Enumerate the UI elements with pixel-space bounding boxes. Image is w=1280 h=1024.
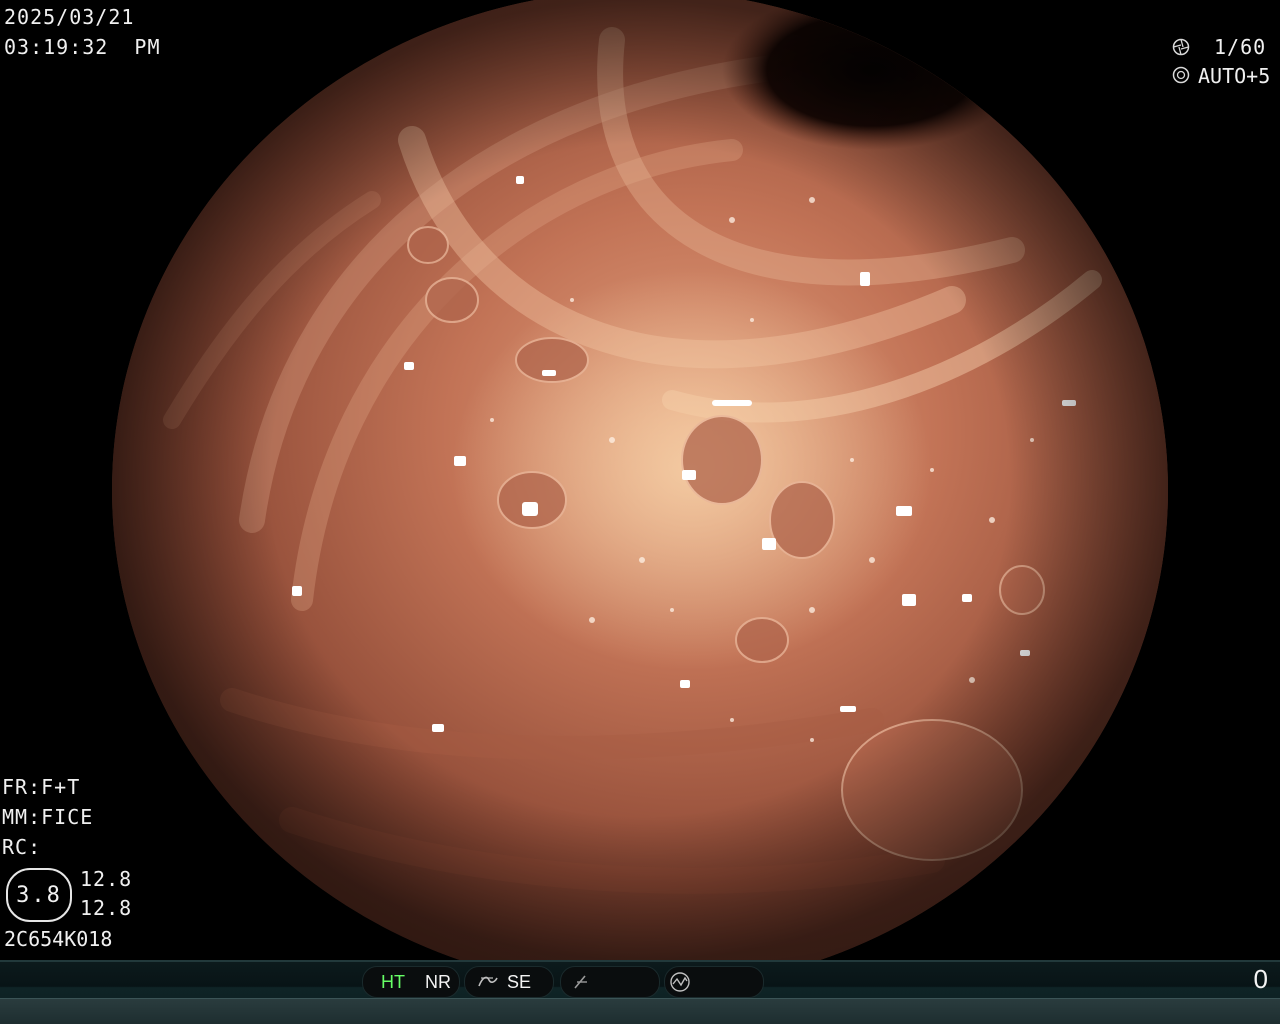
frame-counter: 0 [1253, 964, 1268, 994]
scope-id-text: 2C654K018 [4, 927, 113, 951]
iris-mode-text: AUTO+5 [1198, 64, 1271, 88]
ht-indicator: HT [381, 971, 405, 992]
value-1-text: 12.8 [80, 867, 133, 891]
rc-setting-text: RC: [2, 835, 42, 859]
shutter-speed-text: 1/60 [1214, 35, 1267, 59]
se-label: SE [507, 971, 532, 992]
signal-indicator [664, 966, 764, 998]
time-text: 03:19:32 PM [4, 35, 161, 59]
endoscope-image [112, 0, 1168, 960]
date-text: 2025/03/21 [4, 5, 135, 29]
se-indicator: SE [464, 966, 554, 998]
nr-indicator: NR [425, 971, 451, 992]
ratio-badge: 3.8 [6, 868, 72, 922]
value-2-text: 12.8 [80, 896, 133, 920]
waveform-icon [670, 972, 690, 992]
slash-icon [574, 975, 587, 989]
iris-icon [1172, 66, 1190, 84]
ht-nr-indicator: HT NR [362, 966, 460, 998]
enhance-indicator [560, 966, 660, 998]
fr-setting-text: FR:F+T [2, 775, 81, 799]
endoscope-view [112, 0, 1168, 960]
status-bar-lower [0, 998, 1280, 1024]
aperture-icon [1172, 38, 1190, 56]
status-bar: HT NR SE 0 [0, 960, 1280, 1024]
mm-setting-text: MM:FICE [2, 805, 94, 829]
curve-icon [478, 976, 498, 987]
